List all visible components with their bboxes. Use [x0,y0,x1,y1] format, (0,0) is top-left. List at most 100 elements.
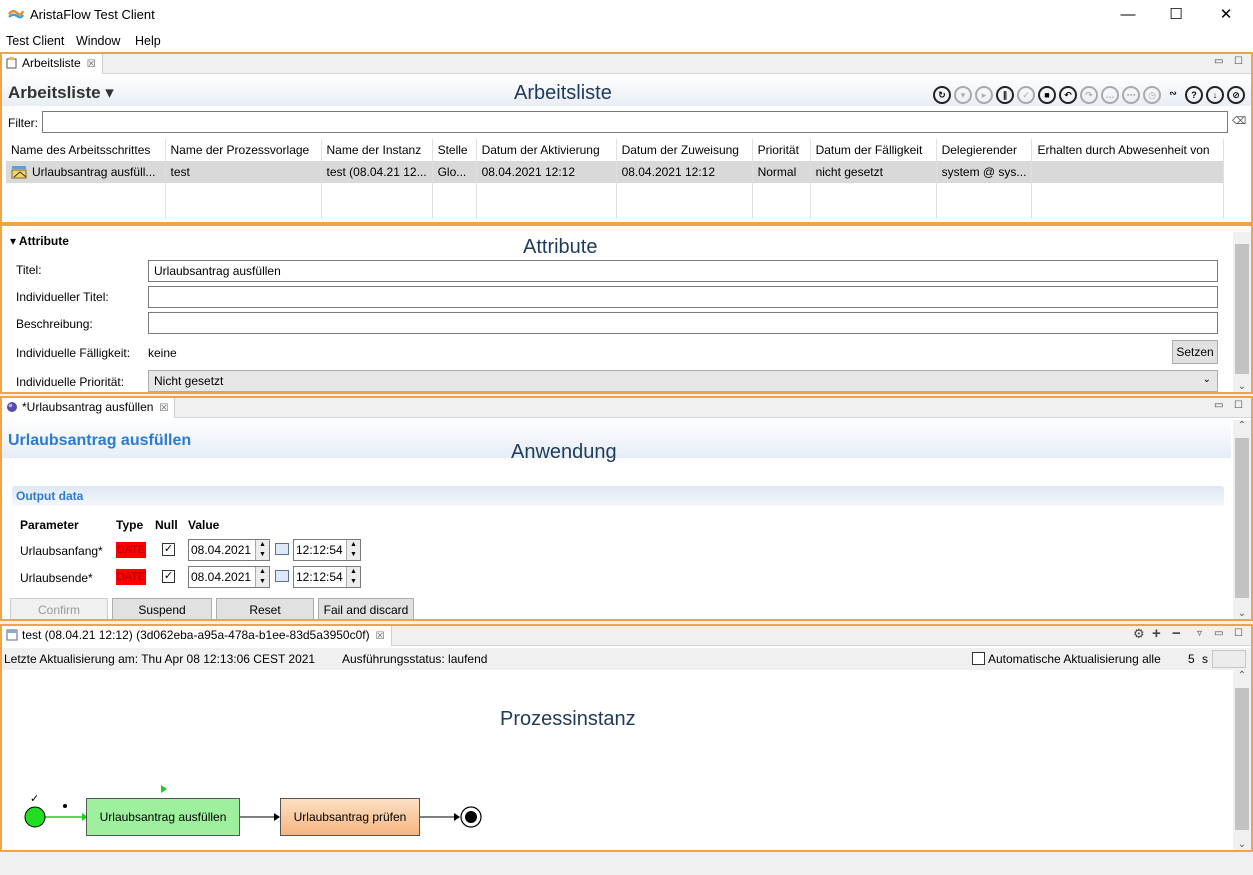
column-value: Value [188,518,220,532]
close-window-button[interactable]: ✕ [1202,0,1250,30]
view-menu-icon[interactable]: ▿ [1197,628,1202,639]
close-icon[interactable]: ☒ [376,631,385,642]
date-spinner[interactable]: ▲ ▼ [255,540,269,560]
process-scrollbar[interactable]: ⌃ ⌄ [1233,670,1251,850]
start-check-mark: ✓ [30,792,39,805]
download-icon[interactable]: ↓ [1206,86,1224,104]
time-input[interactable]: 12:12:54 ▲ ▼ [293,566,361,588]
scroll-up-icon[interactable]: ⌃ [1233,420,1251,431]
auto-update-apply[interactable] [1212,650,1246,668]
cell-absence [1031,161,1225,183]
scroll-thumb[interactable] [1235,688,1249,830]
null-checkbox[interactable]: ✓ [162,543,175,556]
minimize-view-icon[interactable]: ▭ [1214,400,1223,411]
timer-icon[interactable]: ◷ [1143,86,1161,104]
column-header-assignment[interactable]: Datum der Zuweisung [616,139,753,161]
maximize-button[interactable]: ☐ [1152,0,1200,30]
redo-icon[interactable]: ↷ [1080,86,1098,104]
start-node-icon[interactable] [24,806,46,828]
application-scrollbar[interactable]: ⌃ ⌄ [1233,420,1251,619]
time-spinner[interactable]: ▲ ▼ [346,567,360,587]
column-header-due[interactable]: Datum der Fälligkeit [810,139,937,161]
menu-test-client[interactable]: Test Client [6,34,64,48]
zoom-in-icon[interactable]: + [1152,626,1161,642]
scroll-thumb[interactable] [1235,438,1249,598]
individual-title-field[interactable] [148,286,1218,308]
graph-icon[interactable]: ∾ [1164,86,1182,104]
description-field[interactable] [148,312,1218,334]
auto-update-checkbox[interactable] [972,652,985,665]
column-header-template[interactable]: Name der Prozessvorlage [165,139,322,161]
column-header-step[interactable]: Name des Arbeitsschrittes [6,139,166,161]
scroll-down-icon[interactable]: ⌄ [1233,608,1251,619]
menu-help[interactable]: Help [135,34,161,48]
pause-icon[interactable]: ∥ [996,86,1014,104]
tab-process-instance[interactable]: test (08.04.21 12:12) (3d062eba-a95a-478… [2,626,392,646]
suspend-button[interactable]: Suspend [112,598,212,619]
play-icon[interactable]: ▸ [975,86,993,104]
maximize-view-icon[interactable]: ☐ [1234,400,1243,411]
scroll-up-icon[interactable]: ⌃ [1233,670,1251,681]
reset-button[interactable]: Reset [216,598,314,619]
zoom-out-icon[interactable]: − [1172,626,1181,642]
check-icon[interactable]: ✓ [1017,86,1035,104]
filter-input[interactable] [42,111,1228,133]
date-input[interactable]: 08.04.2021 ▲ ▼ [188,539,270,561]
undo-icon[interactable]: ↶ [1059,86,1077,104]
scroll-down-icon[interactable]: ⌄ [1233,839,1251,850]
worklist-panel: Arbeitsliste ☒ ▭ ☐ Arbeitsliste ▾ ↻ ▾ ▸ ∥… [0,52,1253,224]
date-input[interactable]: 08.04.2021 ▲ ▼ [188,566,270,588]
maximize-view-icon[interactable]: ☐ [1234,56,1243,67]
column-header-delegator[interactable]: Delegierender [936,139,1033,161]
close-icon[interactable]: ☒ [159,403,168,414]
description-label: Beschreibung: [16,317,93,331]
column-header-activation[interactable]: Datum der Aktivierung [476,139,617,161]
attribute-scrollbar[interactable]: ⌄ [1233,232,1251,392]
help-icon[interactable]: ? [1185,86,1203,104]
attribute-section-toggle[interactable]: ▾ Attribute [10,234,69,248]
null-checkbox[interactable]: ✓ [162,570,175,583]
time-spinner[interactable]: ▲ ▼ [346,540,360,560]
menu-window[interactable]: Window [76,34,120,48]
stop-icon[interactable]: ■ [1038,86,1056,104]
title-bar: AristaFlow Test Client — ☐ ✕ [0,0,1253,30]
close-icon[interactable]: ☒ [87,59,96,70]
worklist-title-dropdown[interactable]: Arbeitsliste ▾ [8,83,114,103]
minimize-button[interactable]: — [1104,0,1152,30]
tab-worklist[interactable]: Arbeitsliste ☒ [2,54,103,74]
settings-icon[interactable]: ⚙ [1133,626,1145,642]
node-urlaubsantrag-ausfuellen[interactable]: Urlaubsantrag ausfüllen [86,798,240,836]
time-input[interactable]: 12:12:54 ▲ ▼ [293,539,361,561]
column-header-instance[interactable]: Name der Instanz [321,139,433,161]
chat-icon[interactable]: ⋯ [1122,86,1140,104]
confirm-button[interactable]: Confirm [10,598,108,619]
title-field[interactable]: Urlaubsantrag ausfüllen [148,260,1218,282]
cell-activation: 08.04.2021 12:12 [476,161,617,183]
calendar-icon[interactable] [275,570,289,582]
date-spinner[interactable]: ▲ ▼ [255,567,269,587]
minimize-view-icon[interactable]: ▭ [1214,56,1223,67]
column-header-absence[interactable]: Erhalten durch Abwesenheit von [1031,139,1225,161]
fail-discard-button[interactable]: Fail and discard [318,598,414,619]
scroll-down-icon[interactable]: ⌄ [1233,381,1251,392]
node-urlaubsantrag-pruefen[interactable]: Urlaubsantrag prüfen [280,798,420,836]
calendar-icon[interactable] [275,543,289,555]
comment-icon[interactable]: … [1101,86,1119,104]
cell-position: Glo... [432,161,477,183]
minimize-view-icon[interactable]: ▭ [1214,628,1223,639]
down-icon[interactable]: ▾ [954,86,972,104]
clear-filter-icon[interactable]: ⌫ [1232,116,1246,127]
date-value: 08.04.2021 [191,543,252,557]
priority-select[interactable]: Nicht gesetzt ⌄ [148,370,1218,392]
maximize-view-icon[interactable]: ☐ [1234,628,1243,639]
tab-application[interactable]: *Urlaubsantrag ausfüllen ☒ [2,398,176,418]
refresh-icon[interactable]: ↻ [933,86,951,104]
set-due-button[interactable]: Setzen [1172,340,1218,364]
scroll-thumb[interactable] [1235,244,1249,374]
column-header-position[interactable]: Stelle [432,139,477,161]
worklist-tabbar: Arbeitsliste ☒ ▭ ☐ [2,54,1251,74]
auto-update-interval[interactable]: 5 [1188,652,1195,666]
table-row[interactable]: Urlaubsantrag ausfüll... test test (08.0… [6,161,1225,183]
column-header-priority[interactable]: Priorität [752,139,811,161]
cancel-icon[interactable]: ⊘ [1227,86,1245,104]
